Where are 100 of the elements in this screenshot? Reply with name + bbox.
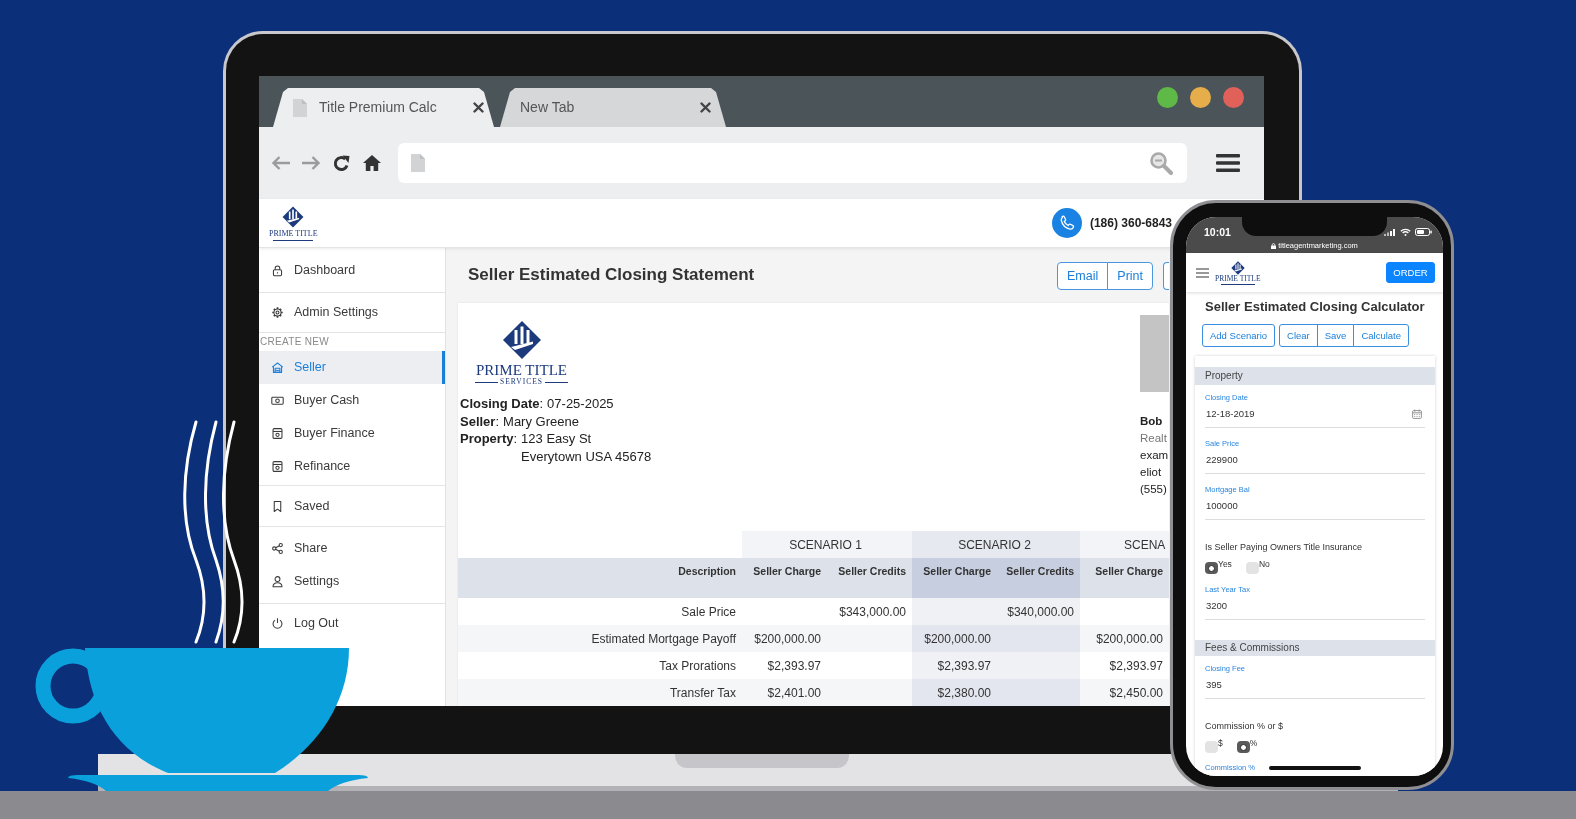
section-header: Property	[1195, 367, 1435, 385]
phone-icon[interactable]	[1051, 208, 1082, 238]
email-button[interactable]: Email	[1057, 261, 1109, 290]
close-icon[interactable]	[473, 102, 484, 113]
option-label: Yes	[1218, 560, 1232, 569]
sidebar-item[interactable]: Buyer Cash	[259, 384, 445, 417]
order-button[interactable]: ORDER	[1386, 262, 1435, 283]
radio-button[interactable]	[1236, 741, 1250, 753]
home-icon[interactable]	[362, 154, 382, 172]
logo-icon	[1230, 260, 1245, 275]
menu-icon[interactable]	[1216, 153, 1240, 173]
close-icon[interactable]	[700, 102, 711, 113]
add-scenario-button[interactable]: Add Scenario	[1202, 324, 1276, 347]
agent-contact: exam	[1140, 448, 1169, 463]
row-label: Transfer Tax	[458, 679, 742, 706]
window-control-icon[interactable]	[1190, 87, 1211, 108]
forward-arrow-icon[interactable]	[301, 155, 321, 171]
table-cell: $343,000.00	[827, 598, 912, 625]
safe-icon	[271, 460, 284, 473]
sidebar-item[interactable]: Share	[259, 532, 445, 565]
table-cell: $2,393.97	[1080, 652, 1169, 679]
wifi-icon	[1400, 228, 1411, 236]
browser-tab[interactable]: Title Premium Calc	[273, 88, 494, 127]
option-label: No	[1258, 560, 1270, 569]
logo-text: PRIME TITLE	[269, 228, 318, 238]
agent-contact: eliot	[1140, 465, 1163, 480]
document-icon	[292, 97, 308, 118]
calculate-button[interactable]: Calculate	[1353, 324, 1409, 347]
logo-icon	[282, 205, 305, 228]
document-icon	[410, 153, 426, 173]
table-cell: $200,000.00	[742, 625, 827, 652]
section-header: Fees & Commissions	[1195, 640, 1435, 656]
browser-tab[interactable]: New Tab	[500, 88, 726, 127]
option-label: $	[1218, 739, 1223, 748]
field-question: Commission % or $	[1205, 720, 1285, 733]
agent-name: Bob	[1140, 414, 1164, 429]
lock-icon	[1271, 242, 1277, 249]
column-header: Seller Credits	[827, 558, 912, 598]
scenario-header: SCENARIO 2	[912, 531, 1080, 558]
window-control-icon[interactable]	[1157, 87, 1178, 108]
detail-label: Closing Date:	[460, 395, 544, 413]
person-icon	[271, 575, 284, 588]
table-cell: $2,450.00	[1080, 679, 1169, 706]
table-cell: $2,393.97	[912, 652, 997, 679]
sidebar-item[interactable]: Buyer Finance	[259, 417, 445, 450]
window-control-icon[interactable]	[1223, 87, 1244, 108]
agent-contact: (555)	[1140, 482, 1168, 497]
clear-button[interactable]: Clear	[1279, 324, 1318, 347]
field-question: Is Seller Paying Owners Title Insurance	[1205, 541, 1364, 554]
gear-icon	[271, 306, 284, 319]
sidebar-item[interactable]: Saved	[259, 490, 445, 523]
detail-value: 07-25-2025	[547, 395, 614, 413]
column-header: Seller Credits	[997, 558, 1080, 598]
agent-role: Realt	[1140, 431, 1168, 446]
column-header: Seller Charge	[912, 558, 997, 598]
table-cell: $2,393.97	[742, 652, 827, 679]
save-button[interactable]: Save	[1316, 324, 1355, 347]
column-header: Seller Charge	[742, 558, 827, 598]
scenario-header: SCENA	[1080, 531, 1169, 558]
search-icon[interactable]	[1149, 151, 1173, 175]
safe-icon	[271, 427, 284, 440]
column-header: Seller Charge	[1080, 558, 1169, 598]
calculator-title: Seller Estimated Closing Calculator	[1205, 300, 1426, 314]
radio-button[interactable]	[1205, 562, 1218, 574]
section-label: CREATE NEW	[259, 335, 330, 349]
detail-value: 123 Easy St	[521, 430, 593, 448]
phone-number: (186) 360-6843	[1089, 215, 1172, 232]
share-icon	[271, 542, 284, 555]
sidebar-item[interactable]: Dashboard	[259, 254, 445, 287]
column-header: Description	[458, 558, 742, 598]
lock-icon	[271, 264, 284, 277]
table-cell: $200,000.00	[1080, 625, 1169, 652]
table-cell: $2,380.00	[912, 679, 997, 706]
status-time: 10:01	[1204, 226, 1231, 238]
detail-label: Property:	[460, 430, 518, 448]
sidebar-item[interactable]: Settings	[259, 565, 445, 598]
detail-label: Seller:	[460, 412, 500, 430]
table-cell: $200,000.00	[912, 625, 997, 652]
page-title: Seller Estimated Closing Statement	[468, 265, 755, 286]
radio-button[interactable]	[1205, 741, 1218, 753]
logo-text: PRIME TITLE	[476, 362, 567, 378]
address-field[interactable]	[398, 143, 1187, 183]
sidebar-item[interactable]: Refinance	[259, 450, 445, 483]
option-label: %	[1249, 739, 1258, 748]
sidebar-item[interactable]: Admin Settings	[259, 296, 445, 329]
reload-icon[interactable]	[333, 154, 350, 172]
print-button[interactable]: Print	[1107, 261, 1153, 290]
calendar-icon[interactable]	[1412, 409, 1422, 419]
logo-icon	[501, 320, 542, 360]
table-cell: $340,000.00	[997, 598, 1080, 625]
row-label: Estimated Mortgage Payoff	[458, 625, 742, 652]
table-cell: $2,401.00	[742, 679, 827, 706]
radio-button[interactable]	[1245, 562, 1259, 574]
partial-button[interactable]	[1163, 261, 1169, 290]
bookmark-icon	[271, 500, 284, 513]
battery-icon	[1415, 228, 1432, 236]
back-arrow-icon[interactable]	[271, 155, 291, 171]
sidebar-item[interactable]: Seller	[259, 351, 445, 384]
sidebar-item[interactable]: Log Out	[259, 607, 445, 640]
scenario-header: SCENARIO 1	[742, 531, 912, 558]
